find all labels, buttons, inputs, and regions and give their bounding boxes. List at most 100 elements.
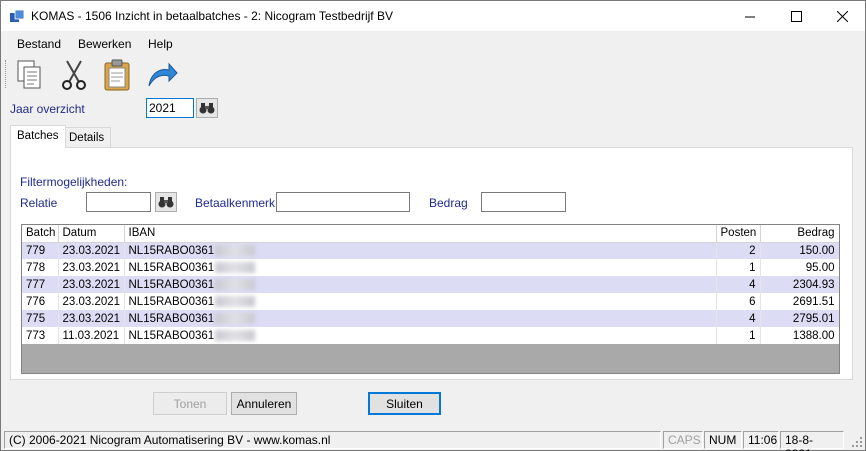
betaalkenmerk-input[interactable]	[276, 192, 410, 212]
col-header-batch[interactable]: Batch	[22, 225, 59, 243]
col-header-iban[interactable]: IBAN	[124, 225, 717, 243]
jaar-input[interactable]	[146, 98, 194, 118]
relatie-search-button[interactable]	[155, 192, 177, 212]
cell-iban: NL15RABO0361	[124, 327, 717, 344]
cell-datum: 23.03.2021	[58, 293, 125, 310]
iban-text: NL15RABO0361	[128, 329, 215, 342]
tab-batches[interactable]: Batches	[10, 125, 66, 148]
filter-heading: Filtermogelijkheden:	[20, 175, 128, 189]
cell-batch: 777	[22, 276, 59, 293]
cell-posten: 1	[716, 259, 761, 276]
cell-batch: 779	[22, 242, 59, 259]
cell-datum: 23.03.2021	[58, 276, 125, 293]
binoculars-icon	[199, 103, 215, 114]
redacted-blur	[215, 295, 256, 307]
cell-datum: 23.03.2021	[58, 242, 125, 259]
sluiten-button[interactable]: Sluiten	[368, 392, 441, 415]
status-date: 18-8-2021	[780, 431, 844, 451]
resize-grip-icon[interactable]	[851, 436, 863, 448]
undo-arrow-icon	[148, 62, 178, 87]
redacted-blur	[215, 261, 256, 273]
cell-bedrag: 2795.01	[760, 310, 839, 327]
relatie-input[interactable]	[86, 192, 151, 212]
cell-bedrag: 1388.00	[760, 327, 839, 344]
menu-bewerken[interactable]: Bewerken	[78, 37, 131, 51]
grid-header-row: Batch Datum IBAN Posten Bedrag	[22, 225, 839, 243]
cell-iban: NL15RABO0361	[124, 259, 717, 276]
cell-posten: 4	[716, 310, 761, 327]
undo-button[interactable]	[145, 58, 179, 92]
batches-grid[interactable]: Batch Datum IBAN Posten Bedrag 779 23.03…	[21, 224, 840, 374]
redacted-blur	[215, 278, 256, 290]
cell-batch: 775	[22, 310, 59, 327]
menu-bestand[interactable]: Bestand	[17, 37, 61, 51]
table-row[interactable]: 779 23.03.2021 NL15RABO0361 2 150.00	[22, 242, 839, 259]
cut-button[interactable]	[57, 58, 91, 92]
annuleren-button[interactable]: Annuleren	[231, 392, 297, 415]
table-row[interactable]: 776 23.03.2021 NL15RABO0361 6 2691.51	[22, 293, 839, 310]
cell-posten: 6	[716, 293, 761, 310]
menu-help[interactable]: Help	[148, 37, 173, 51]
bedrag-input[interactable]	[481, 192, 566, 212]
window-title: KOMAS - 1506 Inzicht in betaalbatches - …	[31, 9, 393, 23]
copy-button[interactable]	[13, 58, 47, 92]
komas-app-icon	[10, 9, 25, 22]
tonen-button[interactable]: Tonen	[153, 392, 227, 415]
binoculars-icon	[158, 197, 174, 208]
cell-iban: NL15RABO0361	[124, 242, 717, 259]
cell-datum: 23.03.2021	[58, 310, 125, 327]
cell-posten: 4	[716, 276, 761, 293]
cell-posten: 2	[716, 242, 761, 259]
cell-bedrag: 2304.93	[760, 276, 839, 293]
cell-bedrag: 95.00	[760, 259, 839, 276]
table-row[interactable]: 775 23.03.2021 NL15RABO0361 4 2795.01	[22, 310, 839, 327]
status-bar: (C) 2006-2021 Nicogram Automatisering BV…	[1, 429, 865, 451]
table-row[interactable]: 778 23.03.2021 NL15RABO0361 1 95.00	[22, 259, 839, 276]
scissors-icon	[62, 60, 86, 90]
col-header-posten[interactable]: Posten	[716, 225, 761, 243]
col-header-bedrag[interactable]: Bedrag	[760, 225, 839, 243]
cell-posten: 1	[716, 327, 761, 344]
menu-bar: Bestand Bewerken Help	[1, 34, 865, 54]
cell-iban: NL15RABO0361	[124, 310, 717, 327]
relatie-label: Relatie	[20, 196, 58, 210]
maximize-icon	[790, 10, 802, 22]
jaar-overzicht-label: Jaar overzicht	[10, 102, 85, 116]
betaalkenmerk-label: Betaalkenmerk	[195, 196, 276, 210]
cell-bedrag: 2691.51	[760, 293, 839, 310]
redacted-blur	[215, 312, 256, 324]
minimize-button[interactable]	[727, 1, 773, 31]
cell-bedrag: 150.00	[760, 242, 839, 259]
close-icon	[836, 10, 848, 22]
batches-panel: Filtermogelijkheden: Relatie Betaalkenme…	[10, 147, 853, 380]
iban-text: NL15RABO0361	[128, 278, 215, 291]
tab-details[interactable]: Details	[62, 127, 112, 147]
cell-batch: 778	[22, 259, 59, 276]
iban-text: NL15RABO0361	[128, 261, 215, 274]
status-caps: CAPS	[663, 431, 703, 449]
toolbar	[1, 56, 865, 94]
redacted-blur	[215, 245, 256, 257]
status-time: 11:06	[743, 431, 779, 449]
toolbar-grip	[5, 60, 8, 88]
cell-datum: 11.03.2021	[58, 327, 125, 344]
status-num: NUM	[704, 431, 742, 449]
close-button[interactable]	[819, 1, 865, 31]
clipboard-icon	[104, 59, 130, 91]
cell-iban: NL15RABO0361	[124, 276, 717, 293]
bedrag-label: Bedrag	[429, 196, 468, 210]
col-header-datum[interactable]: Datum	[58, 225, 125, 243]
iban-text: NL15RABO0361	[128, 244, 215, 257]
table-row[interactable]: 773 11.03.2021 NL15RABO0361 1 1388.00	[22, 327, 839, 344]
paste-button[interactable]	[101, 58, 135, 92]
iban-text: NL15RABO0361	[128, 312, 215, 325]
status-copyright: (C) 2006-2021 Nicogram Automatisering BV…	[4, 431, 661, 449]
table-row[interactable]: 777 23.03.2021 NL15RABO0361 4 2304.93	[22, 276, 839, 293]
batches-table: Batch Datum IBAN Posten Bedrag 779 23.03…	[22, 225, 839, 344]
minimize-icon	[744, 16, 755, 17]
copy-icon	[17, 60, 41, 89]
app-window: KOMAS - 1506 Inzicht in betaalbatches - …	[0, 0, 866, 451]
maximize-button[interactable]	[773, 1, 819, 31]
jaar-search-button[interactable]	[196, 98, 218, 118]
title-bar: KOMAS - 1506 Inzicht in betaalbatches - …	[1, 1, 865, 31]
